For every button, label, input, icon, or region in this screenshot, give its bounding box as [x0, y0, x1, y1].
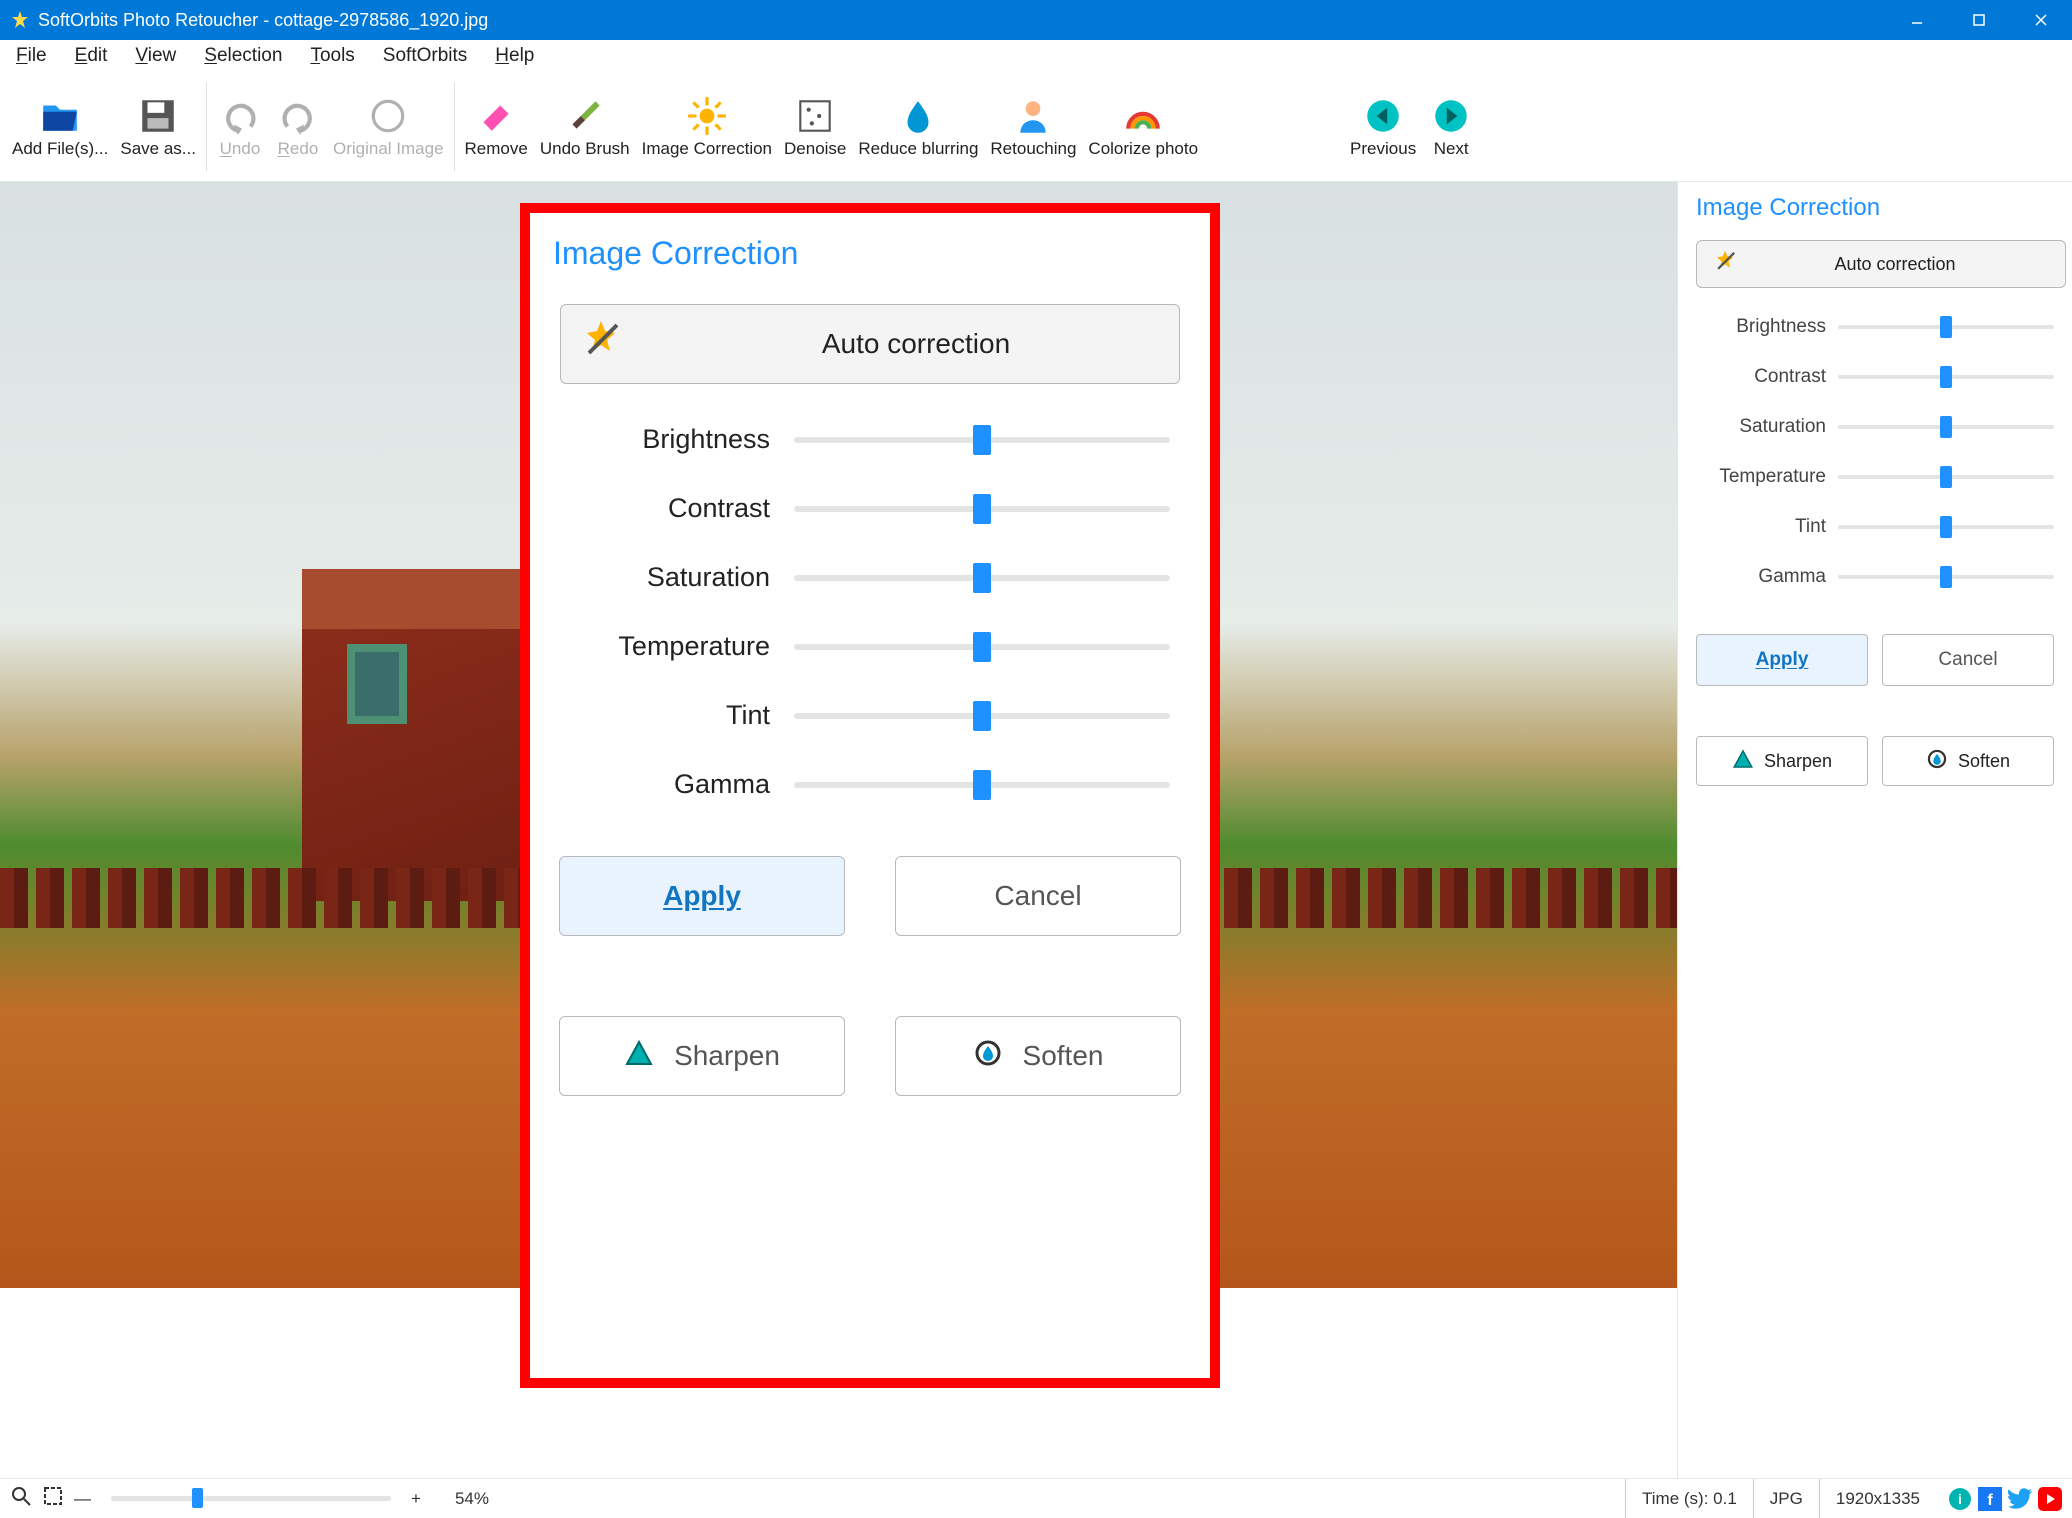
menu-tools[interactable]: Tools [298, 43, 366, 69]
zoom-fit-icon[interactable] [10, 1485, 32, 1512]
save-as-button[interactable]: Save as... [114, 76, 202, 177]
sidebar-saturation-slider[interactable]: Saturation [1696, 416, 2054, 438]
wand-icon [1709, 246, 1741, 283]
brightness-slider[interactable]: Brightness [570, 424, 1170, 455]
menubar: File Edit View Selection Tools SoftOrbit… [0, 40, 2072, 72]
retouching-button[interactable]: Retouching [984, 76, 1082, 177]
rainbow-icon [1122, 95, 1164, 137]
apply-button[interactable]: Apply [559, 856, 845, 936]
sidebar-apply-button[interactable]: Apply [1696, 634, 1868, 686]
app-logo-icon [10, 10, 30, 30]
sidebar-brightness-slider[interactable]: Brightness [1696, 316, 2054, 338]
eraser-icon [475, 95, 517, 137]
zoom-in-button[interactable]: + [411, 1489, 421, 1509]
temperature-slider[interactable]: Temperature [570, 631, 1170, 662]
window-maximize-button[interactable] [1948, 0, 2010, 40]
facebook-icon[interactable]: f [1978, 1487, 2002, 1511]
status-time: Time (s): 0.1 [1625, 1479, 1753, 1518]
soften-icon [1926, 748, 1948, 775]
zoom-out-button[interactable]: — [74, 1489, 91, 1509]
sharpen-button[interactable]: Sharpen [559, 1016, 845, 1096]
droplet-icon [897, 95, 939, 137]
soften-button[interactable]: Soften [895, 1016, 1181, 1096]
redo-icon [277, 95, 319, 137]
colorize-button[interactable]: Colorize photo [1082, 76, 1204, 177]
sidebar-title: Image Correction [1696, 194, 2054, 222]
sidebar-sharpen-button[interactable]: Sharpen [1696, 736, 1868, 786]
window-title: SoftOrbits Photo Retoucher - cottage-297… [38, 10, 488, 31]
status-format: JPG [1753, 1479, 1819, 1518]
menu-help[interactable]: Help [483, 43, 546, 69]
svg-text:f: f [1987, 1492, 1993, 1509]
sidebar-gamma-slider[interactable]: Gamma [1696, 566, 2054, 588]
window-close-button[interactable] [2010, 0, 2072, 40]
wand-icon [573, 313, 629, 376]
original-image-button[interactable]: Original Image [327, 76, 450, 177]
original-image-icon [367, 95, 409, 137]
reduce-blurring-button[interactable]: Reduce blurring [852, 76, 984, 177]
tint-slider[interactable]: Tint [570, 700, 1170, 731]
image-correction-button[interactable]: Image Correction [636, 76, 778, 177]
sidebar-contrast-slider[interactable]: Contrast [1696, 366, 2054, 388]
menu-selection[interactable]: Selection [192, 43, 294, 69]
panel-title: Image Correction [553, 235, 1189, 272]
image-correction-dialog: Image Correction Auto correction Brightn… [520, 203, 1220, 1388]
sidebar-auto-correction-button[interactable]: Auto correction [1696, 240, 2066, 288]
triangle-icon [624, 1038, 654, 1075]
next-icon [1430, 95, 1472, 137]
undo-brush-button[interactable]: Undo Brush [534, 76, 636, 177]
menu-softorbits[interactable]: SoftOrbits [371, 43, 479, 69]
zoom-level: 54% [455, 1489, 489, 1509]
menu-edit[interactable]: Edit [63, 43, 120, 69]
cancel-button[interactable]: Cancel [895, 856, 1181, 936]
sidebar-cancel-button[interactable]: Cancel [1882, 634, 2054, 686]
sidebar-soften-button[interactable]: Soften [1882, 736, 2054, 786]
denoise-icon [794, 95, 836, 137]
previous-icon [1362, 95, 1404, 137]
undo-button[interactable]: Undo [211, 76, 269, 177]
contrast-slider[interactable]: Contrast [570, 493, 1170, 524]
zoom-slider[interactable] [111, 1496, 391, 1501]
next-button[interactable]: Next [1422, 76, 1480, 177]
menu-view[interactable]: View [123, 43, 188, 69]
toolbar: Add File(s)... Save as... Undo Redo Orig… [0, 72, 2072, 182]
denoise-button[interactable]: Denoise [778, 76, 852, 177]
auto-correction-button[interactable]: Auto correction [560, 304, 1180, 384]
undo-icon [219, 95, 261, 137]
status-dimensions: 1920x1335 [1819, 1479, 1936, 1518]
gamma-slider[interactable]: Gamma [570, 769, 1170, 800]
saturation-slider[interactable]: Saturation [570, 562, 1170, 593]
person-icon [1012, 95, 1054, 137]
remove-button[interactable]: Remove [459, 76, 534, 177]
sun-icon [686, 95, 728, 137]
floppy-icon [137, 95, 179, 137]
twitter-icon[interactable] [2008, 1487, 2032, 1511]
previous-button[interactable]: Previous [1344, 76, 1422, 177]
youtube-icon[interactable] [2038, 1487, 2062, 1511]
window-minimize-button[interactable] [1886, 0, 1948, 40]
triangle-icon [1732, 748, 1754, 775]
info-icon[interactable]: i [1948, 1487, 1972, 1511]
fit-screen-icon[interactable] [42, 1485, 64, 1512]
window-titlebar: SoftOrbits Photo Retoucher - cottage-297… [0, 0, 2072, 40]
brush-icon [564, 95, 606, 137]
image-correction-sidebar: Image Correction Auto correction Brightn… [1677, 182, 2072, 1478]
sidebar-temperature-slider[interactable]: Temperature [1696, 466, 2054, 488]
sidebar-tint-slider[interactable]: Tint [1696, 516, 2054, 538]
image-canvas[interactable]: Image Correction Auto correction Brightn… [0, 182, 1677, 1478]
add-files-button[interactable]: Add File(s)... [6, 76, 114, 177]
soften-icon [973, 1038, 1003, 1075]
redo-button[interactable]: Redo [269, 76, 327, 177]
svg-text:i: i [1958, 1491, 1962, 1507]
menu-file[interactable]: File [4, 43, 59, 69]
folder-open-icon [39, 95, 81, 137]
statusbar: — + 54% Time (s): 0.1 JPG 1920x1335 i f [0, 1478, 2072, 1518]
